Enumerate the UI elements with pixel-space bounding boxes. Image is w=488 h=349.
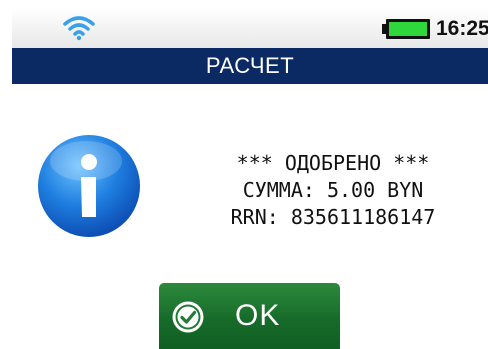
amount-line: СУММА: 5.00 BYN — [242, 178, 424, 202]
approval-status: *** ОДОБРЕНО *** — [236, 151, 430, 175]
clock-time: 16:25 — [436, 17, 488, 40]
transaction-message: *** ОДОБРЕНО *** СУММА: 5.00 BYN RRN: 83… — [188, 150, 478, 231]
status-bar: 16:25 — [12, 8, 488, 48]
wifi-icon — [63, 16, 95, 41]
rrn-line: RRN: 835611186147 — [230, 205, 436, 229]
info-icon — [38, 135, 140, 237]
battery-icon — [382, 19, 430, 39]
ok-button-label: OK — [235, 299, 281, 332]
check-circle-icon — [172, 301, 204, 333]
screen-title: РАСЧЕТ — [12, 48, 488, 84]
ok-button[interactable]: OK — [159, 283, 340, 349]
